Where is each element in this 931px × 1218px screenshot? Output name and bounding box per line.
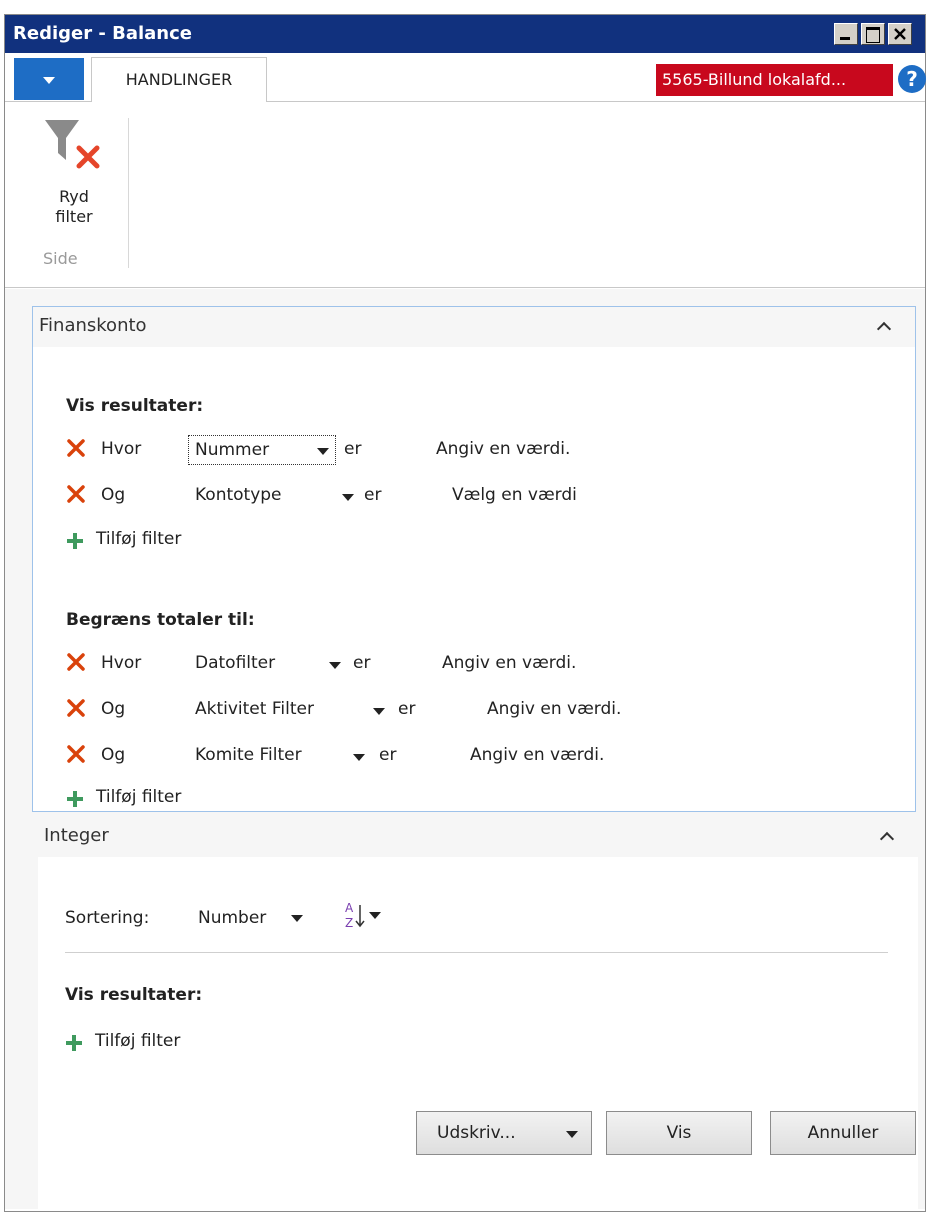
chevron-down-icon[interactable]	[342, 494, 354, 501]
clear-filter-icon	[45, 120, 100, 169]
sort-field-select[interactable]: Number	[198, 908, 266, 928]
divider	[65, 952, 888, 953]
show-button[interactable]: Vis	[606, 1111, 752, 1155]
clear-filter-label-1: Ryd	[59, 187, 89, 206]
filter-field-select[interactable]: Datofilter	[195, 653, 275, 673]
tab-handlinger[interactable]: HANDLINGER	[91, 57, 267, 103]
ribbon-separator	[128, 118, 129, 268]
delete-filter-icon[interactable]	[66, 698, 86, 718]
add-filter-label: Tilføj filter	[95, 1031, 181, 1051]
show-results-title: Vis resultater:	[66, 396, 204, 416]
filter-field-select[interactable]: Kontotype	[195, 485, 282, 505]
add-filter-label: Tilføj filter	[96, 529, 182, 549]
filter-operator: er	[398, 699, 416, 719]
filter-field-label: Nummer	[195, 440, 270, 460]
collapse-icon[interactable]	[876, 321, 892, 337]
filter-operator: er	[379, 745, 397, 765]
print-label: Udskriv...	[437, 1123, 516, 1143]
filter-conjunction: Og	[101, 699, 126, 719]
integer-show-results-title: Vis resultater:	[65, 985, 203, 1005]
limit-totals-title: Begræns totaler til:	[66, 610, 255, 630]
filter-field-select[interactable]: Komite Filter	[195, 745, 302, 765]
filter-conjunction: Og	[101, 485, 126, 505]
sort-order-icon[interactable]: A Z	[343, 899, 387, 933]
application-menu-button[interactable]	[14, 58, 84, 100]
window-title: Rediger - Balance	[13, 23, 192, 44]
chevron-down-icon[interactable]	[373, 708, 385, 715]
finanskonto-header[interactable]: Finanskonto	[33, 307, 915, 347]
collapse-icon[interactable]	[879, 831, 895, 847]
finanskonto-panel: Finanskonto Vis resultater: Hvor Nummer …	[32, 306, 916, 812]
filter-operator: er	[364, 485, 382, 505]
integer-section: Sortering: Number A Z Vis resultater: Ti…	[38, 857, 918, 1209]
help-icon[interactable]: ?	[898, 65, 926, 93]
filter-row: Hvor Datofilter er Angiv en værdi.	[66, 649, 886, 679]
minimize-button[interactable]	[834, 23, 858, 45]
ribbon-panel: Ryd filter Side	[5, 102, 925, 288]
filter-field-select[interactable]: Aktivitet Filter	[195, 699, 314, 719]
filter-row: Og Aktivitet Filter er Angiv en værdi.	[66, 695, 886, 725]
ribbon-tabbar: HANDLINGER 5565-Billund lokalafd... ?	[5, 53, 926, 103]
filter-row: Og Kontotype er Vælg en værdi	[66, 481, 886, 511]
chevron-down-icon[interactable]	[329, 662, 341, 669]
chevron-down-icon[interactable]	[566, 1131, 578, 1138]
plus-icon	[67, 533, 83, 549]
filter-value-input[interactable]: Angiv en værdi.	[442, 653, 576, 673]
svg-text:Z: Z	[345, 916, 353, 930]
filter-conjunction: Hvor	[101, 653, 142, 673]
clear-filter-label-2: filter	[55, 207, 93, 226]
filter-conjunction: Hvor	[101, 439, 142, 459]
finanskonto-title: Finanskonto	[39, 315, 147, 336]
filter-value-input[interactable]: Vælg en værdi	[452, 485, 577, 505]
plus-icon	[67, 791, 83, 807]
close-icon	[894, 28, 906, 40]
cancel-button[interactable]: Annuller	[770, 1111, 916, 1155]
filter-operator: er	[344, 439, 362, 459]
company-badge[interactable]: 5565-Billund lokalafd...	[656, 64, 893, 96]
filter-row: Hvor Nummer er Angiv en værdi.	[66, 435, 886, 465]
print-button[interactable]: Udskriv...	[416, 1111, 592, 1155]
filter-row: Og Komite Filter er Angiv en værdi.	[66, 741, 886, 771]
filter-value-input[interactable]: Angiv en værdi.	[436, 439, 570, 459]
filter-operator: er	[353, 653, 371, 673]
filter-value-input[interactable]: Angiv en værdi.	[470, 745, 604, 765]
delete-filter-icon[interactable]	[66, 744, 86, 764]
integer-header[interactable]: Integer	[38, 817, 918, 857]
integer-title: Integer	[44, 825, 109, 846]
delete-filter-icon[interactable]	[66, 652, 86, 672]
title-bar[interactable]: Rediger - Balance	[5, 15, 925, 53]
plus-icon	[66, 1035, 82, 1051]
sort-label: Sortering:	[65, 908, 150, 928]
request-page-content: Finanskonto Vis resultater: Hvor Nummer …	[5, 289, 925, 1209]
close-button[interactable]	[888, 23, 912, 45]
filter-value-input[interactable]: Angiv en værdi.	[487, 699, 621, 719]
clear-filter-button[interactable]: Ryd filter	[35, 116, 113, 227]
filter-conjunction: Og	[101, 745, 126, 765]
delete-filter-icon[interactable]	[66, 484, 86, 504]
svg-text:A: A	[345, 901, 354, 915]
chevron-down-icon[interactable]	[353, 754, 365, 761]
maximize-button[interactable]	[861, 23, 885, 45]
filter-field-select[interactable]: Nummer	[188, 435, 336, 465]
dialog-window: Rediger - Balance HANDLINGER 5565-Billun…	[4, 14, 926, 1212]
delete-filter-icon[interactable]	[66, 438, 86, 458]
chevron-down-icon	[317, 448, 329, 455]
chevron-down-icon[interactable]	[291, 915, 303, 922]
add-filter-label: Tilføj filter	[96, 787, 182, 807]
ribbon-group-label: Side	[43, 249, 78, 268]
